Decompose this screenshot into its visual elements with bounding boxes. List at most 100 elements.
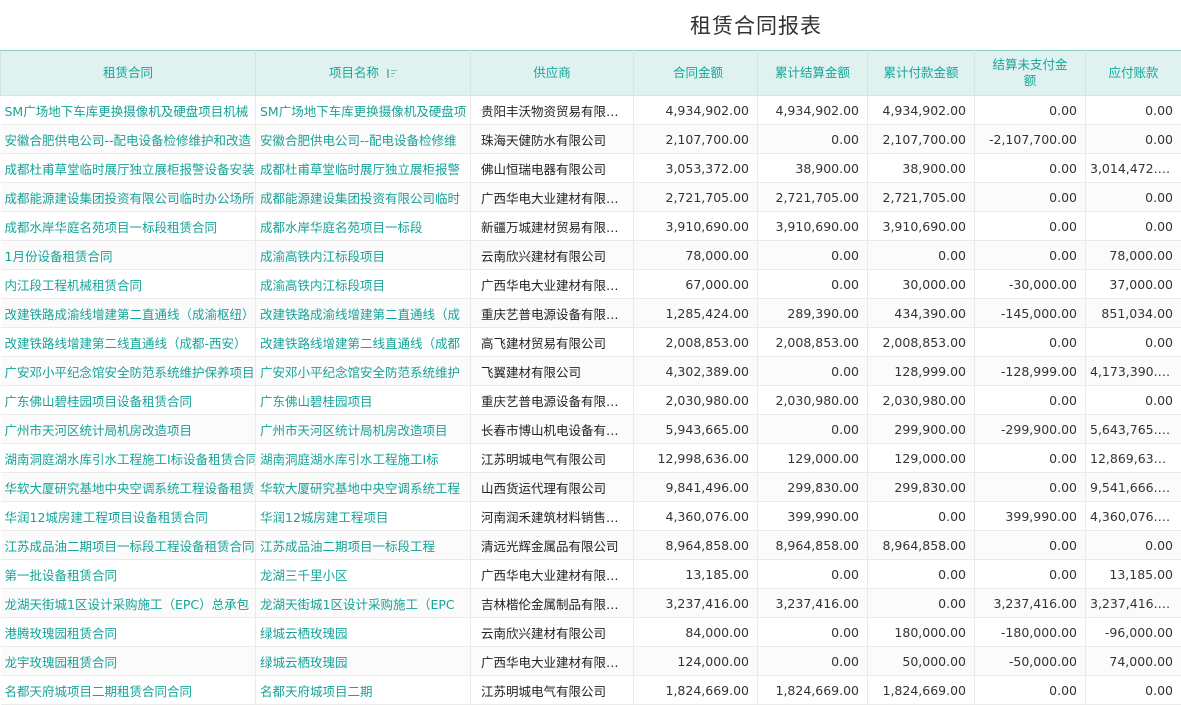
cell-project[interactable]: 成都杜甫草堂临时展厅独立展柜报警: [256, 154, 471, 183]
cell-payable: 4,360,076.00: [1086, 502, 1181, 531]
cell-unpaid: 0.00: [975, 560, 1086, 589]
cell-project[interactable]: 成都水岸华庭名苑项目一标段: [256, 212, 471, 241]
cell-contract[interactable]: 第一批设备租赁合同: [1, 560, 256, 589]
table-row: SM广场地下车库更换摄像机及硬盘项目机械SM广场地下车库更换摄像机及硬盘项贵阳丰…: [1, 96, 1181, 125]
cell-project[interactable]: 安徽合肥供电公司--配电设备检修维: [256, 125, 471, 154]
cell-settled: 0.00: [758, 125, 868, 154]
cell-contract[interactable]: 成都杜甫草堂临时展厅独立展柜报警设备安装: [1, 154, 256, 183]
cell-project[interactable]: 广东佛山碧桂园项目: [256, 386, 471, 415]
cell-contract[interactable]: 名都天府城项目二期租赁合同合同: [1, 676, 256, 705]
cell-project[interactable]: 江苏成品油二期项目一标段工程: [256, 531, 471, 560]
column-header-amount[interactable]: 合同金额: [634, 51, 758, 96]
cell-settled: 299,830.00: [758, 473, 868, 502]
column-header-unpaid[interactable]: 结算未支付金额: [975, 51, 1086, 96]
cell-contract[interactable]: 龙宇玫瑰园租赁合同: [1, 647, 256, 676]
cell-payable: 0.00: [1086, 386, 1181, 415]
cell-payable: 0.00: [1086, 212, 1181, 241]
cell-project[interactable]: 华润12城房建工程项目: [256, 502, 471, 531]
lease-contract-table: 租赁合同 项目名称 供应商 合同金额 累计结算金额 累计付款金额 结算未支付金额…: [0, 50, 1181, 705]
cell-contract[interactable]: 成都水岸华庭名苑项目一标段租赁合同: [1, 212, 256, 241]
cell-project[interactable]: 改建铁路成渝线增建第二直通线（成: [256, 299, 471, 328]
table-header-row: 租赁合同 项目名称 供应商 合同金额 累计结算金额 累计付款金额 结算未支付金额…: [1, 51, 1181, 96]
cell-paid: 4,934,902.00: [868, 96, 975, 125]
cell-contract[interactable]: 内江段工程机械租赁合同: [1, 270, 256, 299]
cell-project[interactable]: 名都天府城项目二期: [256, 676, 471, 705]
cell-contract[interactable]: 广安邓小平纪念馆安全防范系统维护保养项目: [1, 357, 256, 386]
cell-project[interactable]: 成都能源建设集团投资有限公司临时: [256, 183, 471, 212]
cell-contract[interactable]: 华润12城房建工程项目设备租赁合同: [1, 502, 256, 531]
cell-contract[interactable]: 改建铁路线增建第二线直通线（成都-西安）: [1, 328, 256, 357]
cell-project[interactable]: 成渝高铁内江标段项目: [256, 241, 471, 270]
table-row: 龙宇玫瑰园租赁合同绿城云栖玫瑰园广西华电大业建材有限公司124,000.000.…: [1, 647, 1181, 676]
sort-lines-icon[interactable]: [387, 68, 397, 78]
cell-amount: 5,943,665.00: [634, 415, 758, 444]
cell-amount: 67,000.00: [634, 270, 758, 299]
cell-paid: 2,721,705.00: [868, 183, 975, 212]
cell-supplier: 佛山恒瑞电器有限公司: [471, 154, 634, 183]
column-header-supplier[interactable]: 供应商: [471, 51, 634, 96]
cell-project[interactable]: 广州市天河区统计局机房改造项目: [256, 415, 471, 444]
cell-project[interactable]: 龙湖天街城1区设计采购施工（EPC: [256, 589, 471, 618]
column-header-settled[interactable]: 累计结算金额: [758, 51, 868, 96]
cell-paid: 129,000.00: [868, 444, 975, 473]
column-header-payable[interactable]: 应付账款: [1086, 51, 1181, 96]
cell-paid: 299,830.00: [868, 473, 975, 502]
cell-contract[interactable]: 1月份设备租赁合同: [1, 241, 256, 270]
table-row: 1月份设备租赁合同成渝高铁内江标段项目云南欣兴建材有限公司78,000.000.…: [1, 241, 1181, 270]
cell-project[interactable]: SM广场地下车库更换摄像机及硬盘项: [256, 96, 471, 125]
report-header: 租赁合同报表: [0, 0, 1181, 50]
cell-project[interactable]: 龙湖三千里小区: [256, 560, 471, 589]
cell-paid: 0.00: [868, 560, 975, 589]
cell-paid: 0.00: [868, 502, 975, 531]
cell-paid: 3,910,690.00: [868, 212, 975, 241]
cell-contract[interactable]: 广州市天河区统计局机房改造项目: [1, 415, 256, 444]
cell-project[interactable]: 绿城云栖玫瑰园: [256, 618, 471, 647]
cell-unpaid: 0.00: [975, 154, 1086, 183]
cell-payable: 3,014,472.00: [1086, 154, 1181, 183]
cell-project[interactable]: 改建铁路线增建第二线直通线（成都: [256, 328, 471, 357]
table-row: 广安邓小平纪念馆安全防范系统维护保养项目广安邓小平纪念馆安全防范系统维护飞翼建材…: [1, 357, 1181, 386]
cell-supplier: 山西货运代理有限公司: [471, 473, 634, 502]
cell-project[interactable]: 广安邓小平纪念馆安全防范系统维护: [256, 357, 471, 386]
cell-supplier: 长春市博山机电设备有限公司: [471, 415, 634, 444]
cell-settled: 2,721,705.00: [758, 183, 868, 212]
cell-amount: 3,053,372.00: [634, 154, 758, 183]
cell-project[interactable]: 湖南洞庭湖水库引水工程施工Ⅰ标: [256, 444, 471, 473]
cell-settled: 399,990.00: [758, 502, 868, 531]
cell-contract[interactable]: 湖南洞庭湖水库引水工程施工Ⅰ标设备租赁合同: [1, 444, 256, 473]
cell-contract[interactable]: SM广场地下车库更换摄像机及硬盘项目机械: [1, 96, 256, 125]
cell-contract[interactable]: 江苏成品油二期项目一标段工程设备租赁合同: [1, 531, 256, 560]
column-header-contract[interactable]: 租赁合同: [1, 51, 256, 96]
cell-supplier: 广西华电大业建材有限公司: [471, 270, 634, 299]
cell-project[interactable]: 华软大厦研究基地中央空调系统工程: [256, 473, 471, 502]
cell-project[interactable]: 成渝高铁内江标段项目: [256, 270, 471, 299]
cell-unpaid: -2,107,700.00: [975, 125, 1086, 154]
cell-settled: 1,824,669.00: [758, 676, 868, 705]
cell-payable: 851,034.00: [1086, 299, 1181, 328]
cell-amount: 2,721,705.00: [634, 183, 758, 212]
cell-supplier: 吉林楷伦金属制品有限公司: [471, 589, 634, 618]
cell-payable: 0.00: [1086, 96, 1181, 125]
cell-project[interactable]: 绿城云栖玫瑰园: [256, 647, 471, 676]
cell-paid: 2,008,853.00: [868, 328, 975, 357]
cell-contract[interactable]: 安徽合肥供电公司--配电设备检修维护和改造: [1, 125, 256, 154]
cell-settled: 129,000.00: [758, 444, 868, 473]
cell-contract[interactable]: 广东佛山碧桂园项目设备租赁合同: [1, 386, 256, 415]
cell-settled: 289,390.00: [758, 299, 868, 328]
cell-contract[interactable]: 改建铁路成渝线增建第二直通线（成渝枢纽）: [1, 299, 256, 328]
cell-unpaid: 0.00: [975, 444, 1086, 473]
cell-contract[interactable]: 港腾玫瑰园租赁合同: [1, 618, 256, 647]
cell-supplier: 江苏明城电气有限公司: [471, 676, 634, 705]
table-row: 第一批设备租赁合同龙湖三千里小区广西华电大业建材有限公司13,185.000.0…: [1, 560, 1181, 589]
cell-supplier: 广西华电大业建材有限公司: [471, 560, 634, 589]
cell-contract[interactable]: 龙湖天街城1区设计采购施工（EPC）总承包: [1, 589, 256, 618]
cell-amount: 1,824,669.00: [634, 676, 758, 705]
cell-paid: 8,964,858.00: [868, 531, 975, 560]
cell-contract[interactable]: 成都能源建设集团投资有限公司临时办公场所: [1, 183, 256, 212]
cell-amount: 1,285,424.00: [634, 299, 758, 328]
cell-unpaid: -145,000.00: [975, 299, 1086, 328]
cell-contract[interactable]: 华软大厦研究基地中央空调系统工程设备租赁: [1, 473, 256, 502]
column-header-project[interactable]: 项目名称: [256, 51, 471, 96]
cell-payable: 0.00: [1086, 531, 1181, 560]
column-header-paid[interactable]: 累计付款金额: [868, 51, 975, 96]
